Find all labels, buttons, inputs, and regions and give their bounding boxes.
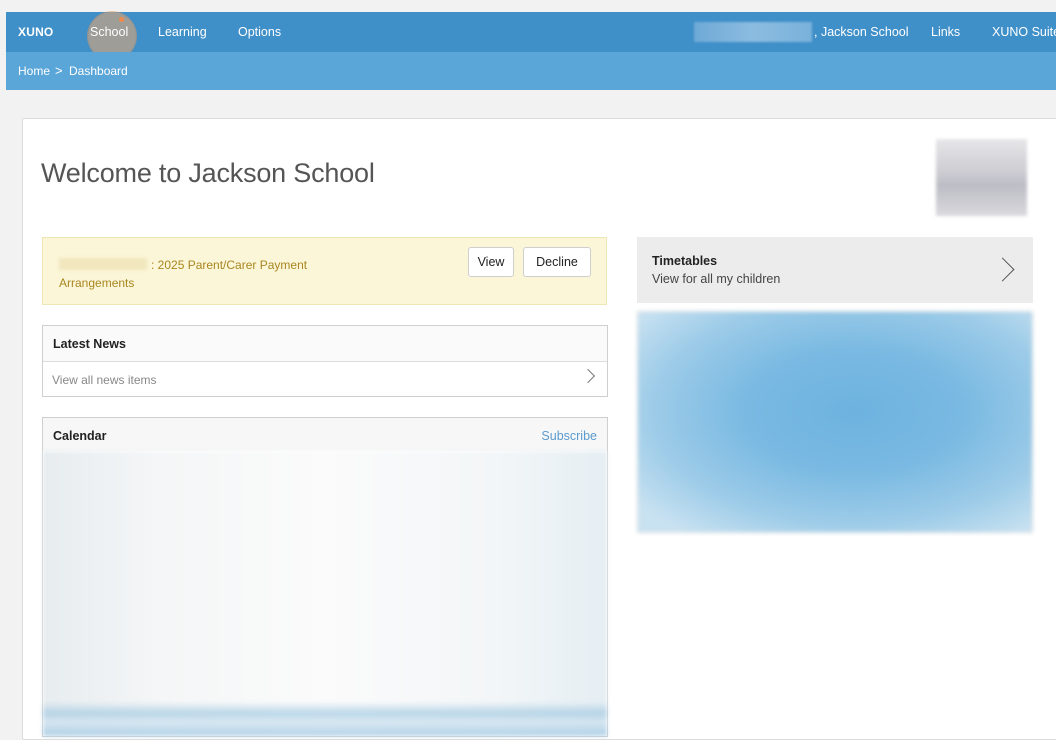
payment-notice: : 2025 Parent/Carer Payment Arrangements… [42,237,607,305]
nav-item-learning[interactable]: Learning [158,25,207,39]
redacted-notice-name [59,258,147,270]
view-button[interactable]: View [468,247,514,277]
school-logo-image [936,139,1027,216]
calendar-content-blurred [43,451,607,736]
xuno-logo[interactable]: XUNO [18,25,53,39]
latest-news-header: Latest News [43,326,607,362]
children-image-blurred [637,311,1033,533]
timetables-card[interactable]: Timetables View for all my children [637,237,1033,303]
chevron-right-icon [580,368,596,384]
view-all-news-link[interactable]: View all news items [43,362,607,397]
latest-news-title: Latest News [53,337,126,351]
tap-point-dot [119,17,124,22]
nav-links-menu[interactable]: Links [931,25,960,39]
breadcrumb: Home > Dashboard [6,52,1056,90]
page-title: Welcome to Jackson School [41,158,375,188]
view-all-news-label: View all news items [52,373,157,387]
calendar-title: Calendar [53,429,107,443]
breadcrumb-current: Dashboard [69,64,128,78]
latest-news-panel: Latest News View all news items [42,325,608,397]
user-school-name: , Jackson School [814,25,909,39]
top-navigation-bar: XUNO School Learning Options , Jackson S… [6,12,1056,60]
timetables-subtitle: View for all my children [652,272,781,286]
timetables-title: Timetables [652,254,718,268]
notice-text: : 2025 Parent/Carer Payment [151,258,308,272]
breadcrumb-separator: > [55,63,63,78]
nav-item-school[interactable]: School [90,25,128,39]
decline-button[interactable]: Decline [523,247,591,277]
breadcrumb-home[interactable]: Home [18,64,50,78]
nav-item-options[interactable]: Options [238,25,281,39]
chevron-right-icon [990,257,1015,282]
notice-text-continued: Arrangements [59,276,135,290]
calendar-panel: Calendar Subscribe [42,417,608,737]
nav-xuno-suite-menu[interactable]: XUNO Suite [992,25,1056,39]
redacted-user-name [694,22,812,42]
subscribe-link[interactable]: Subscribe [541,429,597,443]
calendar-header: Calendar Subscribe [43,418,607,451]
